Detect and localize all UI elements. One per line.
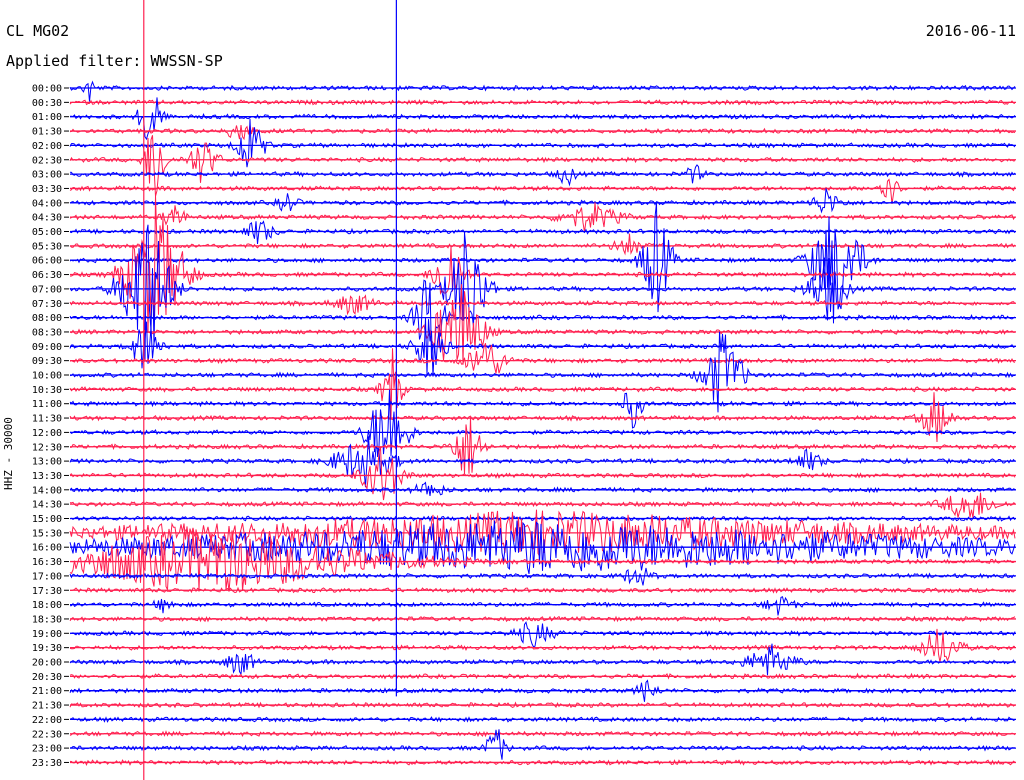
trace-line [69, 392, 1016, 429]
trace-line [69, 233, 1016, 256]
tick-label: 10:00 [32, 371, 62, 382]
trace-line [69, 284, 1016, 365]
tick-label: 00:00 [32, 84, 62, 95]
tick-label: 17:00 [32, 571, 62, 582]
tick-label: 11:30 [32, 414, 62, 425]
tick-label: 08:00 [32, 313, 62, 324]
trace-line [69, 621, 1016, 648]
tick-label: 22:00 [32, 715, 62, 726]
tick-label: 20:30 [32, 672, 62, 683]
tick-label: 00:30 [32, 98, 62, 109]
trace-line [69, 348, 1016, 419]
seismogram-plot: 00:00 00:30 01:00 01:30 02:00 02:30 03:00 03:30… [32, 0, 1016, 780]
tick-label: 03:30 [32, 184, 62, 195]
tick-label: 14:30 [32, 500, 62, 511]
trace-line [69, 529, 1016, 592]
trace-line [69, 417, 1016, 474]
filter-label: Applied filter: WWSSN-SP [6, 52, 223, 70]
tick-label: 12:00 [32, 428, 62, 439]
tick-label: 08:30 [32, 327, 62, 338]
tick-label: 17:30 [32, 586, 62, 597]
tick-label: 14:00 [32, 485, 62, 496]
tick-label: 15:00 [32, 514, 62, 525]
trace-line [69, 178, 1016, 204]
tick-label: 13:30 [32, 471, 62, 482]
tick-label: 18:00 [32, 600, 62, 611]
tick-label: 01:30 [32, 127, 62, 138]
tick-label: 13:00 [32, 457, 62, 468]
trace-line [69, 596, 1016, 616]
trace-line [69, 188, 1016, 214]
tick-label: 12:30 [32, 442, 62, 453]
trace-line [69, 331, 1016, 413]
tick-label: 15:30 [32, 528, 62, 539]
tick-label: 21:00 [32, 686, 62, 697]
trace-line [69, 392, 1016, 443]
tick-label: 04:00 [32, 198, 62, 209]
tick-label: 05:30 [32, 241, 62, 252]
tick-label: 09:30 [32, 356, 62, 367]
trace-line [69, 125, 1016, 141]
tick-label: 23:30 [32, 758, 62, 769]
trace-line [69, 195, 1016, 333]
tick-label: 02:30 [32, 155, 62, 166]
tick-label: 20:00 [32, 658, 62, 669]
trace-line [70, 97, 1016, 141]
tick-label: 05:00 [32, 227, 62, 238]
tick-label: 19:00 [32, 629, 62, 640]
tick-label: 06:30 [32, 270, 62, 281]
station-title: CL MG02 [6, 22, 70, 40]
trace-line [69, 294, 1016, 316]
trace-line [69, 220, 1016, 245]
tick-label: 18:30 [32, 614, 62, 625]
tick-label: 07:00 [32, 284, 62, 295]
tick-label: 21:30 [32, 701, 62, 712]
date-label: 2016-06-11 [925, 22, 1016, 40]
tick-label: 04:30 [32, 213, 62, 224]
y-axis-label: HHZ - 30000 [2, 417, 15, 490]
tick-label: 23:00 [32, 744, 62, 755]
tick-label: 06:00 [32, 256, 62, 267]
tick-label: 09:00 [32, 342, 62, 353]
tick-label: 03:00 [32, 170, 62, 181]
tick-label: 02:00 [32, 141, 62, 152]
tick-label: 01:00 [32, 112, 62, 123]
trace-line [69, 80, 1016, 102]
tick-label: 16:00 [32, 543, 62, 554]
tick-label: 07:30 [32, 299, 62, 310]
tick-label: 22:30 [32, 729, 62, 740]
tick-label: 10:30 [32, 385, 62, 396]
tick-label: 11:00 [32, 399, 62, 410]
tick-label: 16:30 [32, 557, 62, 568]
tick-label: 19:30 [32, 643, 62, 654]
trace-line [69, 317, 1016, 377]
